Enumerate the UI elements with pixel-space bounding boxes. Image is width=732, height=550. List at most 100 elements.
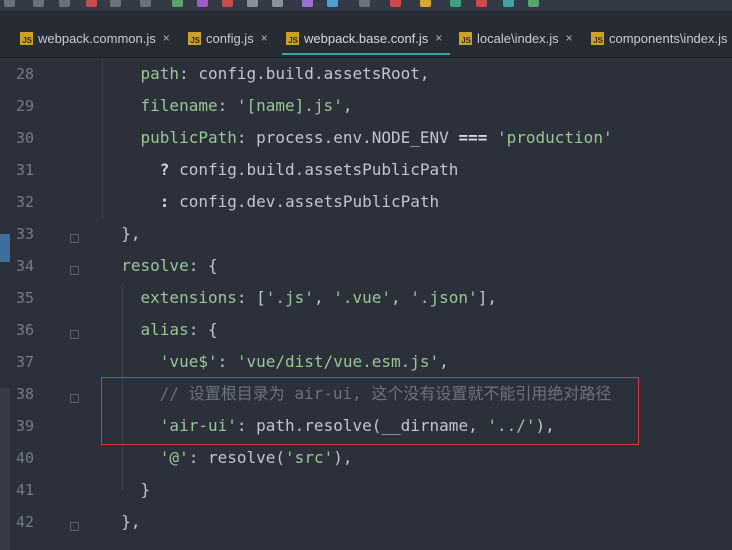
line-number: 35 bbox=[15, 289, 34, 307]
code-token: assetsPublicPath bbox=[304, 160, 459, 179]
code-line[interactable]: '@': resolve('src'), bbox=[102, 442, 353, 474]
fold-icon[interactable] bbox=[70, 330, 79, 339]
code-token: 'vue/dist/vue.esm.js' bbox=[236, 352, 440, 371]
fold-icon[interactable] bbox=[70, 522, 79, 531]
code-token: ? bbox=[159, 160, 180, 179]
tab-label: locale\index.js bbox=[477, 30, 559, 46]
code-token: extensions bbox=[140, 288, 237, 307]
step-icon[interactable] bbox=[59, 0, 70, 7]
history-icon[interactable] bbox=[247, 0, 258, 7]
code-line[interactable]: 'vue$': 'vue/dist/vue.esm.js', bbox=[102, 346, 449, 378]
js-file-icon: JS bbox=[286, 31, 299, 45]
code-token: . bbox=[275, 192, 286, 211]
code-token: . bbox=[256, 64, 266, 83]
code-line[interactable]: }, bbox=[102, 218, 141, 250]
close-icon[interactable]: × bbox=[163, 31, 170, 45]
fold-icon[interactable] bbox=[70, 394, 79, 403]
code-token: '.json' bbox=[410, 288, 478, 307]
code-token: , bbox=[313, 288, 334, 307]
tab-label: webpack.common.js bbox=[38, 30, 156, 46]
line-number: 39 bbox=[15, 417, 34, 435]
code-line[interactable]: extensions: ['.js', '.vue', '.json'], bbox=[102, 282, 497, 314]
fold-icon[interactable] bbox=[70, 266, 79, 275]
code-token: , bbox=[342, 96, 353, 115]
pause-icon[interactable] bbox=[110, 0, 121, 7]
code-token: NODE_ENV bbox=[371, 128, 449, 147]
database-icon[interactable] bbox=[476, 0, 487, 7]
tab-locale-index[interactable]: JS locale\index.js × bbox=[459, 26, 573, 50]
code-token: assetsPublicPath bbox=[285, 192, 440, 211]
close-icon[interactable]: × bbox=[566, 31, 573, 45]
debug-icon[interactable] bbox=[33, 0, 44, 7]
code-token: ), bbox=[333, 448, 353, 467]
git-icon[interactable] bbox=[450, 0, 461, 7]
vcs-icon[interactable] bbox=[359, 0, 370, 7]
tab-webpack-common[interactable]: JS webpack.common.js × bbox=[20, 26, 170, 50]
fold-icon[interactable] bbox=[70, 234, 79, 243]
line-number: 41 bbox=[15, 481, 34, 499]
tab-label: webpack.base.conf.js bbox=[304, 30, 429, 46]
code-token: process bbox=[256, 128, 324, 147]
code-token: : bbox=[159, 192, 180, 211]
terminal-icon[interactable] bbox=[197, 0, 208, 7]
code-line[interactable]: }, bbox=[102, 506, 141, 538]
android-icon[interactable] bbox=[528, 0, 539, 7]
code-line[interactable]: : config.dev.assetsPublicPath bbox=[102, 186, 439, 218]
code-token: path bbox=[140, 64, 180, 83]
line-number-gutter: 28 29 30 31 32 33 34 35 36 37 38 39 40 41 42 bbox=[0, 58, 82, 550]
code-token: : bbox=[217, 352, 237, 371]
code-token: resolve bbox=[207, 448, 276, 467]
line-number: 42 bbox=[15, 513, 34, 531]
npm-icon[interactable] bbox=[222, 0, 233, 7]
code-line[interactable]: resolve: { bbox=[102, 250, 218, 282]
build-icon[interactable] bbox=[172, 0, 183, 7]
code-token: : bbox=[236, 128, 257, 147]
line-number: 37 bbox=[15, 353, 34, 371]
line-number: 28 bbox=[15, 65, 34, 83]
code-token: env bbox=[333, 128, 363, 147]
code-line[interactable]: filename: '[name].js', bbox=[102, 90, 353, 122]
line-number: 30 bbox=[15, 129, 34, 147]
highlight-annotation-box bbox=[101, 377, 639, 445]
stop-service-icon[interactable] bbox=[390, 0, 401, 7]
stop-icon[interactable] bbox=[86, 0, 97, 7]
code-line[interactable]: alias: { bbox=[102, 314, 218, 346]
code-token: . bbox=[236, 192, 247, 211]
editor-tab-bar: JS webpack.common.js × JS config.js × JS… bbox=[0, 11, 732, 58]
refresh-icon[interactable] bbox=[272, 0, 283, 7]
tab-config[interactable]: JS config.js × bbox=[188, 26, 268, 50]
code-token: '@' bbox=[159, 448, 189, 467]
tab-webpack-base-conf[interactable]: JS webpack.base.conf.js × bbox=[281, 26, 451, 55]
tab-label: config.js bbox=[206, 30, 254, 46]
code-token: 'vue$' bbox=[159, 352, 218, 371]
code-token: }, bbox=[121, 224, 141, 243]
code-token: build bbox=[265, 64, 314, 83]
code-token: : bbox=[188, 448, 208, 467]
coverage-icon[interactable] bbox=[140, 0, 151, 7]
tab-components-index[interactable]: JS components\index.js bbox=[591, 26, 728, 50]
code-token: , bbox=[391, 288, 411, 307]
close-icon[interactable]: × bbox=[261, 31, 268, 45]
plugin-icon[interactable] bbox=[420, 0, 431, 7]
tab-label: components\index.js bbox=[609, 30, 728, 46]
chart-icon[interactable] bbox=[503, 0, 514, 7]
line-number: 29 bbox=[15, 97, 34, 115]
code-line[interactable]: publicPath: process.env.NODE_ENV === 'pr… bbox=[102, 122, 613, 154]
code-token: , bbox=[439, 352, 449, 371]
code-token: ( bbox=[275, 448, 286, 467]
code-token: }, bbox=[121, 512, 141, 531]
code-token: 'src' bbox=[285, 448, 334, 467]
run-icon[interactable] bbox=[4, 0, 15, 7]
code-token: . bbox=[313, 64, 324, 83]
code-token: alias bbox=[140, 320, 189, 339]
code-token: assetsRoot bbox=[323, 64, 420, 83]
code-token: ], bbox=[477, 288, 497, 307]
code-token: : { bbox=[188, 256, 218, 275]
code-line[interactable]: } bbox=[102, 474, 151, 506]
close-icon[interactable]: × bbox=[435, 31, 442, 45]
structure-icon[interactable] bbox=[327, 0, 338, 7]
code-token: config bbox=[198, 64, 257, 83]
settings-icon[interactable] bbox=[302, 0, 313, 7]
code-line[interactable]: path: config.build.assetsRoot, bbox=[102, 58, 430, 90]
code-line[interactable]: ? config.build.assetsPublicPath bbox=[102, 154, 459, 186]
